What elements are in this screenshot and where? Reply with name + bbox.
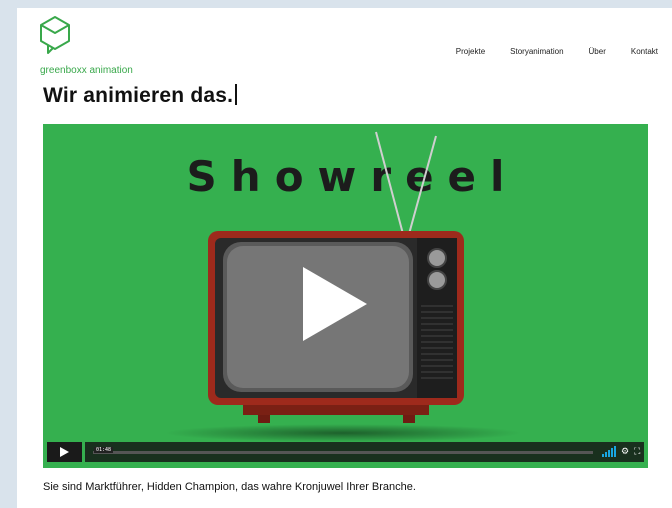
play-icon — [60, 447, 69, 457]
nav-item-projekte[interactable]: Projekte — [456, 47, 485, 56]
time-display: 01:48 — [94, 447, 114, 453]
fullscreen-icon[interactable]: ⛶ — [634, 446, 640, 458]
main-nav: Projekte Storyanimation Über Kontakt — [456, 47, 658, 56]
video-controls: 01:48 ⚙ ⛶ — [47, 442, 644, 462]
control-play-button[interactable] — [47, 442, 82, 462]
progress-bar[interactable]: 01:48 — [93, 447, 593, 454]
logo-text: greenboxx animation — [40, 65, 133, 76]
showreel-video-player[interactable]: Showreel 01:48 ⚙ ⛶ — [43, 124, 648, 468]
logo-name-rest: animation — [86, 65, 133, 76]
headline-text: Wir animieren das. — [43, 84, 234, 107]
nav-item-storyanimation[interactable]: Storyanimation — [510, 47, 563, 56]
box-logo-icon — [40, 16, 70, 54]
control-bar: 01:48 ⚙ ⛶ — [85, 442, 644, 462]
intro-text: Sie sind Marktführer, Hidden Champion, d… — [43, 481, 416, 493]
nav-item-ueber[interactable]: Über — [589, 47, 606, 56]
page-headline: Wir animieren das. — [43, 84, 238, 108]
text-cursor — [235, 84, 238, 105]
big-play-button[interactable] — [303, 267, 367, 341]
settings-icon[interactable]: ⚙ — [621, 446, 629, 458]
page: greenboxx animation Projekte Storyanimat… — [17, 8, 672, 508]
nav-item-kontakt[interactable]: Kontakt — [631, 47, 658, 56]
volume-icon[interactable] — [602, 446, 616, 457]
logo-name-bold: greenboxx — [40, 65, 87, 76]
